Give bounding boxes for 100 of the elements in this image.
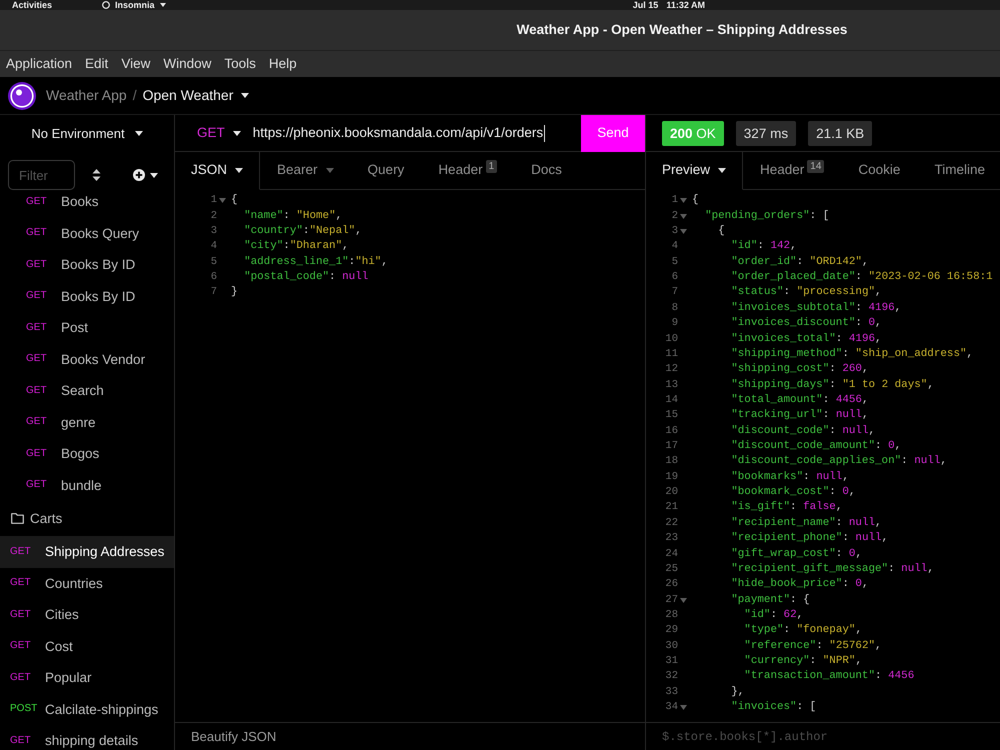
request-item[interactable]: GET Shipping Addresses: [0, 536, 174, 568]
code-line: "invoices_total": 4196,: [731, 332, 882, 347]
request-item[interactable]: GET Books By ID: [0, 249, 174, 280]
fold-caret-icon[interactable]: [680, 705, 687, 710]
method-label: GET: [26, 258, 48, 271]
tab[interactable]: JSON: [175, 152, 260, 190]
code-line: "shipping_method": "ship_on_address",: [731, 346, 974, 362]
method-label: GET: [26, 322, 48, 334]
method-dropdown[interactable]: GET: [197, 122, 241, 144]
caret-icon: [150, 172, 158, 178]
line-number: 1: [210, 193, 217, 208]
line-number: 17: [664, 439, 678, 454]
tab[interactable]: Query: [350, 152, 422, 190]
tab[interactable]: Timeline: [917, 152, 1000, 190]
request-item[interactable]: GET Bogos: [0, 438, 174, 470]
workspace-link[interactable]: Weather App: [46, 85, 127, 106]
line-number: 27: [664, 592, 678, 608]
status-badge: 200 OK: [662, 120, 724, 146]
fold-caret-icon[interactable]: [680, 229, 687, 234]
fold-caret-icon[interactable]: [219, 198, 226, 204]
collection-dropdown[interactable]: Open Weather: [142, 85, 250, 106]
folder-item[interactable]: Carts: [0, 501, 174, 536]
logo-icon[interactable]: [8, 82, 36, 110]
line-number: 15: [664, 408, 678, 424]
tab[interactable]: Docs: [514, 152, 579, 190]
code-line: "discount_code_applies_on": null,: [731, 454, 947, 470]
menu-item[interactable]: View: [121, 54, 150, 74]
code-line: "recipient_phone": null,: [731, 531, 888, 546]
code-line: "total_amount": 4456,: [731, 392, 869, 408]
line-number: 16: [664, 424, 678, 439]
request-item[interactable]: GET Books: [0, 195, 174, 218]
request-item[interactable]: GET Cities: [0, 599, 174, 630]
menu-item[interactable]: Tools: [224, 54, 256, 74]
code-line: "invoices_subtotal": 4196,: [731, 300, 902, 316]
line-number: 9: [670, 316, 678, 332]
code-line: "recipient_gift_message": null,: [731, 562, 934, 577]
tab[interactable]: Preview: [646, 152, 744, 190]
count-badge: 14: [807, 160, 824, 173]
request-item[interactable]: GET bundle: [0, 470, 174, 501]
method-label: GET: [26, 196, 48, 208]
menu-item[interactable]: Edit: [85, 54, 108, 74]
line-number: 6: [210, 270, 217, 286]
code-line: "city":"Dharan",: [244, 239, 349, 254]
clock-time: 11:32 AM: [666, 0, 705, 10]
line-number: 8: [670, 300, 678, 316]
activities-button[interactable]: Activities: [12, 0, 52, 10]
code-line: "shipping_cost": 260,: [731, 362, 869, 378]
beautify-button[interactable]: Beautify JSON: [191, 726, 276, 746]
request-item[interactable]: GET genre: [0, 406, 174, 438]
request-item[interactable]: GET Cost: [0, 630, 174, 662]
fold-caret-icon[interactable]: [680, 198, 687, 204]
request-item[interactable]: GET Books By ID: [0, 280, 174, 312]
code-line: "invoices": [: [731, 700, 816, 716]
code-line: },: [731, 684, 744, 700]
line-number: 32: [664, 669, 678, 684]
line-number: 10: [664, 332, 678, 347]
method-label: GET: [10, 546, 32, 558]
line-number: 33: [664, 684, 678, 700]
line-number: 20: [664, 485, 678, 500]
fold-caret-icon[interactable]: [680, 214, 687, 219]
request-item[interactable]: GET Books Vendor: [0, 344, 174, 375]
menu-item[interactable]: Help: [268, 54, 297, 74]
tab[interactable]: Cookie: [841, 152, 918, 190]
tab[interactable]: Header 14: [743, 152, 842, 190]
request-item[interactable]: GET Countries: [0, 568, 174, 599]
url-field[interactable]: https://pheonix.booksmandala.com/api/v1/orders: [252, 122, 581, 144]
request-item[interactable]: GET Books Query: [0, 218, 174, 249]
tab[interactable]: Bearer: [260, 152, 351, 190]
line-number: 18: [664, 454, 678, 470]
request-item[interactable]: GET Post: [0, 312, 174, 344]
method-label: GET: [10, 734, 32, 747]
code-line: {: [231, 193, 238, 208]
code-line: "hide_book_price": 0,: [731, 577, 869, 592]
environment-dropdown[interactable]: No Environment: [31, 124, 143, 144]
fold-caret-icon[interactable]: [680, 598, 687, 603]
line-number: 1: [670, 193, 678, 208]
code-line: "reference": "25762",: [744, 638, 882, 654]
request-item[interactable]: GET shipping details: [0, 725, 174, 750]
line-number: 4: [670, 239, 678, 254]
filter-field[interactable]: Filter: [8, 160, 75, 190]
code-line: "shipping_days": "1 to 2 days",: [731, 378, 934, 393]
app-menu-button[interactable]: Insomnia: [102, 0, 166, 10]
code-line: "is_gift": false,: [731, 500, 842, 516]
request-item[interactable]: POST Calcilate-shippings: [0, 694, 174, 725]
line-number: 5: [670, 254, 678, 270]
menu-item[interactable]: Application: [6, 54, 72, 74]
sort-icon[interactable]: [92, 168, 101, 182]
code-line: "id": 62,: [744, 608, 804, 623]
request-item[interactable]: GET Search: [0, 375, 174, 406]
caret-icon: [134, 131, 143, 136]
code-line: "country":"Nepal",: [244, 224, 362, 240]
menu-item[interactable]: Window: [163, 54, 212, 74]
method-label: GET: [10, 608, 32, 621]
code-line: "discount_code_amount": 0,: [731, 439, 902, 454]
code-line: "pending_orders": [: [705, 208, 830, 224]
request-item[interactable]: GET Popular: [0, 662, 174, 694]
tab[interactable]: Header 1: [421, 152, 514, 190]
code-line: "invoices_discount": 0,: [731, 316, 882, 332]
line-number: 3: [210, 224, 217, 240]
add-button[interactable]: [133, 169, 158, 181]
